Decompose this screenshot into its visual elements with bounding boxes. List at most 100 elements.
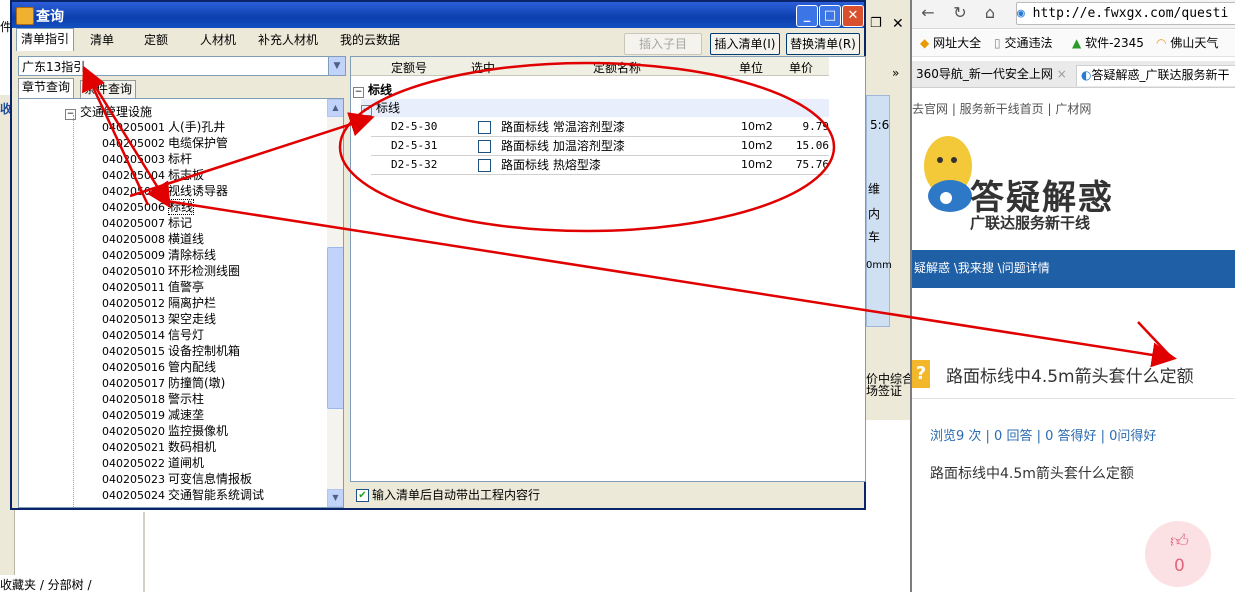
table-row[interactable]: D2-5-30 路面标线 常温溶剂型漆 10m2 9.79 — [371, 118, 829, 137]
behind-restore-glyph[interactable]: ❐ — [870, 16, 882, 31]
tree-item-name: 信号灯 — [168, 328, 205, 342]
tab-labor-material[interactable]: 人材机 — [196, 30, 240, 50]
collapse-icon[interactable]: − — [353, 87, 364, 98]
back-icon[interactable]: ← — [918, 3, 938, 23]
address-text: http://e.fwxgx.com/questi — [1032, 6, 1229, 21]
bookmark-1-icon: ◆ — [920, 36, 930, 50]
tree-item-code: 040205007 — [102, 217, 165, 230]
insert-list-button[interactable]: 插入清单(I) — [710, 33, 780, 55]
col-header-code[interactable]: 定额号 — [391, 59, 427, 76]
home-icon[interactable]: ⌂ — [980, 3, 1000, 23]
tree-item-code: 040205010 — [102, 265, 165, 278]
tree-item-name: 标线 — [168, 199, 195, 215]
chevron-down-icon[interactable]: ▼ — [328, 57, 345, 75]
bookmark-4[interactable]: ◠ 佛山天气 — [1156, 34, 1218, 51]
tree-item[interactable]: 040205017 防撞筒(墩) — [102, 375, 225, 391]
breadcrumb[interactable]: 疑解惑 \我来搜 \问题详情 — [914, 261, 1050, 275]
tree-item[interactable]: 040205023 可变信息情报板 — [102, 471, 252, 487]
tab-condition-query[interactable]: 条件查询 — [80, 80, 137, 98]
table-row[interactable]: D2-5-32 路面标线 热熔型漆 10m2 75.76 — [371, 156, 829, 175]
guide-select[interactable]: 广东13指引 ▼ — [18, 56, 346, 76]
background-behind-panel: ❐ ✕ » 5:6 维 内 车 0mm 价中综合 场签证 — [866, 0, 914, 420]
table-row[interactable]: D2-5-31 路面标线 加温溶剂型漆 10m2 15.06 — [371, 137, 829, 156]
col-header-name[interactable]: 定额名称 — [593, 59, 641, 76]
tree-scrollbar[interactable]: ▲ ▼ — [327, 99, 343, 507]
minimize-icon[interactable]: _ — [796, 5, 818, 27]
tree-item[interactable]: 040205010 环形检测线圈 — [102, 263, 240, 279]
tree-item[interactable]: 040205014 信号灯 — [102, 327, 204, 343]
group-row-main[interactable]: − 标线 — [353, 81, 392, 98]
tree-item[interactable]: 040205018 警示柱 — [102, 391, 204, 407]
scroll-down-icon[interactable]: ▼ — [327, 489, 343, 507]
row-name: 路面标线 加温溶剂型漆 — [501, 139, 625, 153]
app-icon — [16, 7, 34, 25]
tab-list-guide[interactable]: 清单指引 — [16, 28, 75, 51]
site-top-links[interactable]: 去官网 | 服务新干线首页 | 广材网 — [912, 100, 1235, 117]
tree-item[interactable]: 040205016 管内配线 — [102, 359, 216, 375]
tab-list[interactable]: 清单 — [86, 30, 118, 50]
collapse-icon[interactable]: − — [65, 109, 76, 120]
auto-bring-checkbox[interactable]: ✔ — [356, 489, 369, 502]
address-bar[interactable]: ◉ http://e.fwxgx.com/questi — [1016, 2, 1235, 25]
scroll-up-icon[interactable]: ▲ — [327, 99, 343, 117]
tab-quota[interactable]: 定额 — [140, 30, 172, 50]
tree-item[interactable]: 040205003 标杆 — [102, 151, 192, 167]
tree-item-name: 架空走线 — [168, 312, 217, 326]
tree-item[interactable]: 040205024 交通智能系统调试 — [102, 487, 264, 503]
tree-item[interactable]: 040205012 隔离护栏 — [102, 295, 216, 311]
col-header-unit[interactable]: 单位 — [739, 59, 763, 76]
bookmark-3[interactable]: ▲ 软件-2345 — [1072, 34, 1144, 51]
tree-item[interactable]: 040205004 标志板 — [102, 167, 204, 183]
maximize-icon[interactable]: □ — [819, 5, 841, 27]
tree-item[interactable]: 040205020 监控摄像机 — [102, 423, 228, 439]
reload-icon[interactable]: ↻ — [950, 3, 970, 23]
bookmark-1[interactable]: ◆ 网址大全 — [920, 34, 981, 51]
behind-more-glyph[interactable]: » — [892, 66, 899, 80]
tree-item[interactable]: 040205011 值警亭 — [102, 279, 204, 295]
tab-cloud-data[interactable]: 我的云数据 — [336, 30, 404, 50]
tree-item[interactable]: 040205022 道闸机 — [102, 455, 204, 471]
collapse-icon[interactable]: − — [361, 105, 372, 116]
auto-bring-option[interactable]: ✔ 输入清单后自动带出工程内容行 — [356, 486, 540, 503]
tree-item-name: 管内配线 — [168, 360, 217, 374]
bookmark-1-label: 网址大全 — [933, 36, 982, 50]
row-select-checkbox[interactable] — [478, 159, 491, 172]
bookmark-2[interactable]: ▯ 交通违法 — [994, 34, 1052, 51]
thumbs-up-icon: 👍︎ — [1170, 531, 1189, 552]
tree-item[interactable]: 040205005 视线诱导器 — [102, 183, 228, 199]
tree-item[interactable]: 040205013 架空走线 — [102, 311, 216, 327]
tab-chapter-query[interactable]: 章节查询 — [18, 78, 75, 98]
col-header-select[interactable]: 选中 — [471, 59, 495, 76]
close-icon[interactable]: ✕ — [842, 5, 864, 27]
tree-item[interactable]: 040205019 减速垄 — [102, 407, 204, 423]
background-bottom-tabs[interactable]: 收藏夹 / 分部树 / — [0, 576, 140, 592]
tree-item-code: 040205006 — [102, 201, 165, 214]
group-row-sub[interactable]: − 标线 — [361, 99, 829, 117]
tree-item[interactable]: 040205008 横道线 — [102, 231, 204, 247]
tab-close-icon[interactable]: × — [1057, 67, 1067, 81]
replace-list-button[interactable]: 替换清单(R) — [786, 33, 860, 55]
tree-item[interactable]: 040205015 设备控制机箱 — [102, 343, 240, 359]
row-unit: 10m2 — [741, 120, 773, 133]
behind-close-glyph[interactable]: ✕ — [892, 16, 904, 32]
col-header-price[interactable]: 单价 — [789, 59, 813, 76]
browser-tab-1[interactable]: 360导航_新一代安全上网 × — [912, 65, 1075, 85]
tree-item[interactable]: 040205007 标记 — [102, 215, 192, 231]
dialog-titlebar[interactable]: 查询 _ □ ✕ — [12, 2, 864, 28]
insert-child-button[interactable]: 插入子目 — [624, 33, 702, 55]
tree-item[interactable]: 040205021 数码相机 — [102, 439, 216, 455]
tree-scroll-thumb[interactable] — [327, 247, 343, 409]
tree-item[interactable]: 040205009 清除标线 — [102, 247, 216, 263]
tree-item-name: 可变信息情报板 — [168, 472, 253, 486]
tree-item[interactable]: 040205001 人(手)孔井 — [102, 119, 225, 135]
tree-item-name: 交通智能系统调试 — [168, 488, 265, 502]
row-select-checkbox[interactable] — [478, 121, 491, 134]
browser-tab-2[interactable]: ◐答疑解惑_广联达服务新干 — [1076, 65, 1235, 86]
tree-item[interactable]: 040205006 标线 — [102, 199, 195, 215]
tree-root-node[interactable]: − 交通管理设施 — [65, 103, 152, 120]
tree-item-code: 040205004 — [102, 169, 165, 182]
tree-item-code: 040205020 — [102, 425, 165, 438]
row-select-checkbox[interactable] — [478, 140, 491, 153]
tab-supplement[interactable]: 补充人材机 — [254, 30, 322, 50]
tree-item[interactable]: 040205002 电缆保护管 — [102, 135, 228, 151]
